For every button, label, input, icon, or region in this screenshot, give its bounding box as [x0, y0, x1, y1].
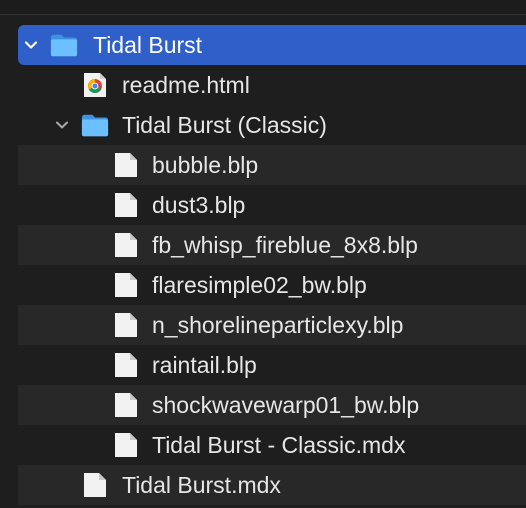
- document-icon: [112, 231, 140, 259]
- tree-row-label: Tidal Burst: [93, 32, 203, 58]
- tree-row-readme[interactable]: readme.html: [18, 65, 526, 105]
- tree-row-file[interactable]: raintail.blp: [18, 345, 526, 385]
- folder-icon: [81, 111, 109, 139]
- chevron-down-icon[interactable]: [20, 34, 42, 56]
- document-icon: [112, 351, 140, 379]
- tree-row-label: Tidal Burst - Classic.mdx: [152, 432, 406, 458]
- tree-row-file[interactable]: bubble.blp: [18, 145, 526, 185]
- finder-list-view: Tidal Burst readme.html Tidal Burst (Cla…: [0, 0, 526, 508]
- document-icon: [112, 191, 140, 219]
- tree-row-label: readme.html: [122, 72, 250, 98]
- tree-row-file[interactable]: fb_whisp_fireblue_8x8.blp: [18, 225, 526, 265]
- column-header-strip: [0, 0, 526, 15]
- document-icon: [112, 151, 140, 179]
- tree-row-label: Tidal Burst (Classic): [122, 112, 327, 138]
- tree-row-tidal-burst-classic[interactable]: Tidal Burst (Classic): [18, 105, 526, 145]
- tree-row-label: flaresimple02_bw.blp: [152, 272, 367, 298]
- tree-row-label: dust3.blp: [152, 192, 246, 218]
- document-icon: [81, 471, 109, 499]
- tree-row-label: n_shorelineparticlexy.blp: [152, 312, 404, 338]
- document-icon: [112, 311, 140, 339]
- document-icon: [112, 271, 140, 299]
- chrome-icon: [81, 71, 109, 99]
- tree-row-label: bubble.blp: [152, 152, 259, 178]
- tree-row-label: raintail.blp: [152, 352, 257, 378]
- tree-row-label: shockwavewarp01_bw.blp: [152, 392, 420, 418]
- tree-row-file[interactable]: dust3.blp: [18, 185, 526, 225]
- document-icon: [112, 431, 140, 459]
- tree-row-label: Tidal Burst.mdx: [122, 472, 281, 498]
- tree-row-label: fb_whisp_fireblue_8x8.blp: [152, 232, 418, 258]
- tree-row-file[interactable]: flaresimple02_bw.blp: [18, 265, 526, 305]
- tree-row-tidal-burst[interactable]: Tidal Burst: [18, 25, 526, 65]
- tree-row-file[interactable]: shockwavewarp01_bw.blp: [18, 385, 526, 425]
- tree-row-file[interactable]: n_shorelineparticlexy.blp: [18, 305, 526, 345]
- tree-row-file[interactable]: Tidal Burst - Classic.mdx: [18, 425, 526, 465]
- folder-icon: [50, 31, 78, 59]
- tree-row-file[interactable]: Tidal Burst.mdx: [18, 465, 526, 505]
- document-icon: [112, 391, 140, 419]
- chevron-down-icon[interactable]: [51, 114, 73, 136]
